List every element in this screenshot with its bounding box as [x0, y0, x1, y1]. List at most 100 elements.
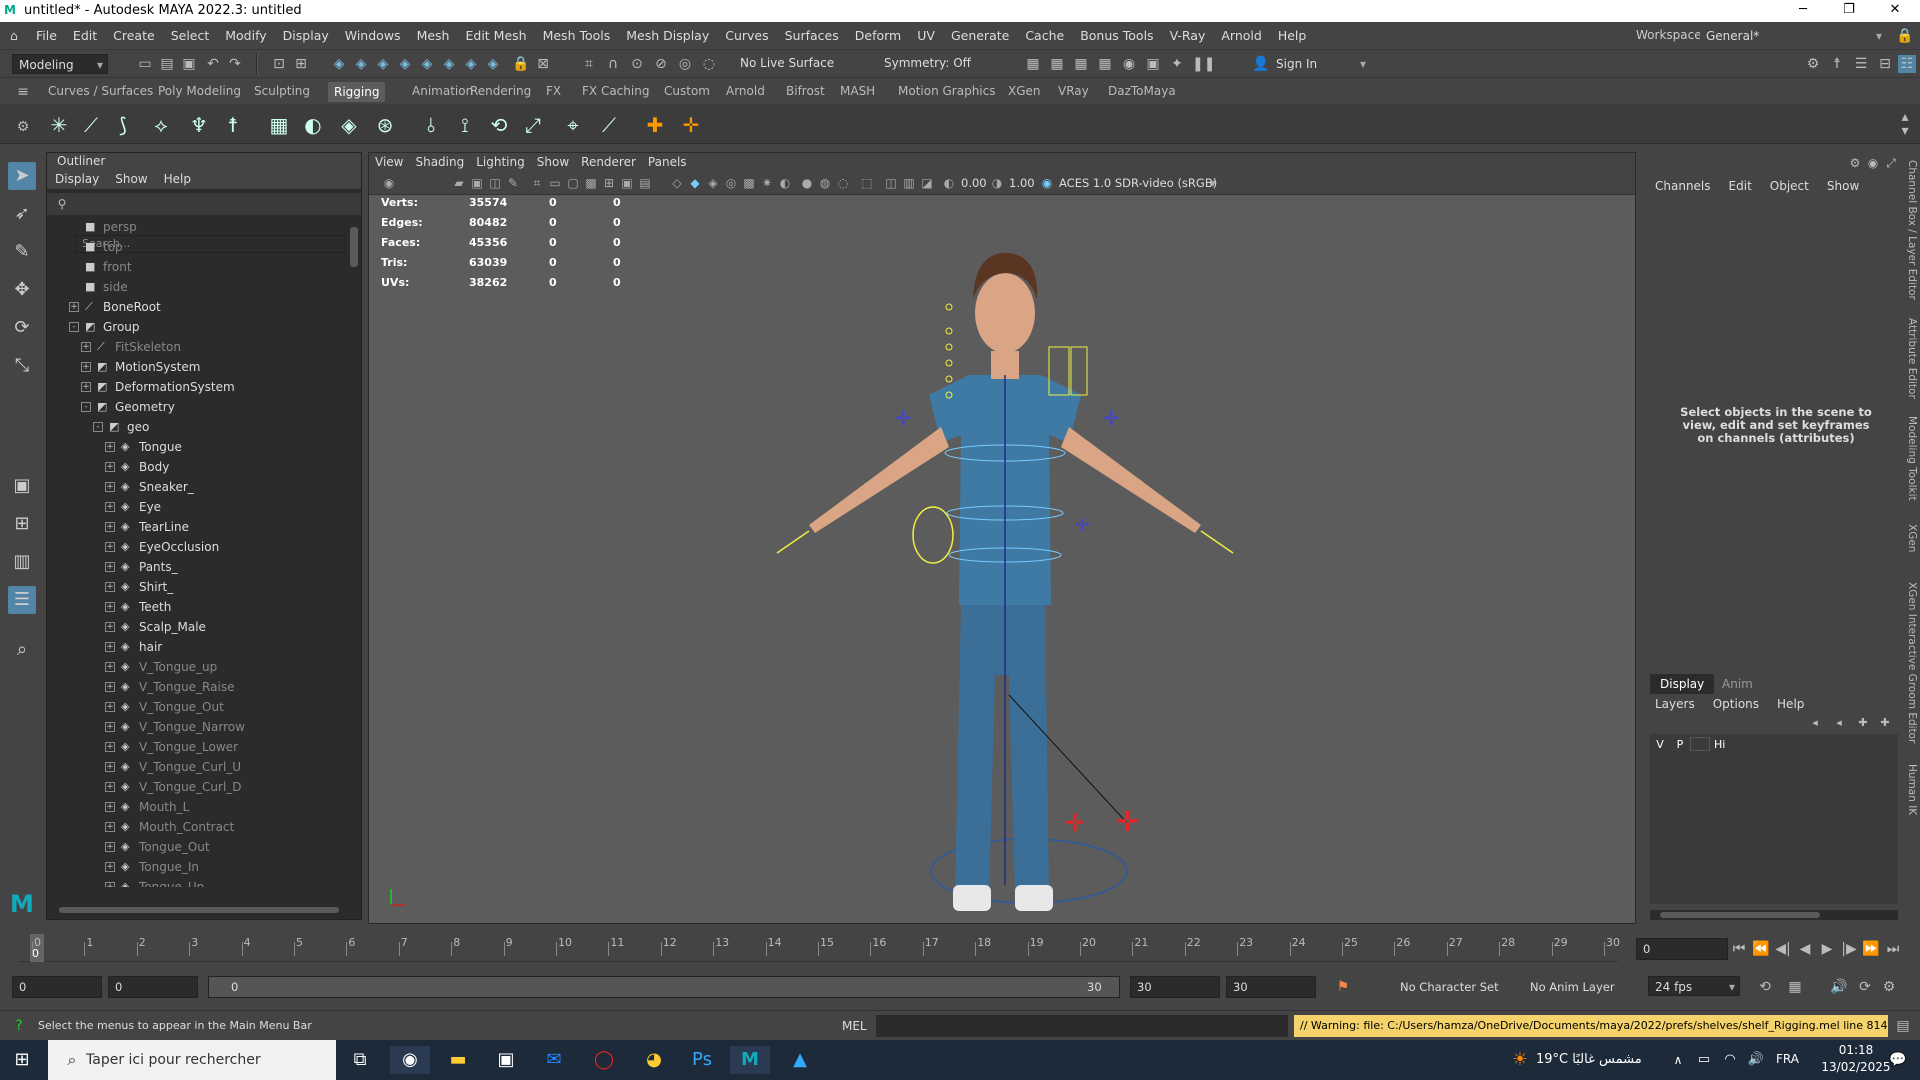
layer-editor-menu-options[interactable]: Options [1704, 694, 1768, 714]
humanik-icon[interactable]: ☨ [220, 112, 246, 138]
volume-icon[interactable]: 🔊 [1736, 1046, 1776, 1074]
live-surface-field[interactable]: No Live Surface [740, 56, 834, 70]
expand-icon[interactable]: + [105, 802, 115, 812]
expand-icon[interactable]: + [105, 562, 115, 572]
menu-curves[interactable]: Curves [717, 22, 776, 50]
chrome-icon[interactable]: ◕ [634, 1046, 674, 1074]
paint-select-icon[interactable]: ✎ [8, 238, 36, 266]
outliner-item[interactable]: + ◩ DeformationSystem [47, 377, 347, 397]
outliner-item[interactable]: - ◩ geo [47, 417, 347, 437]
maximize-button[interactable]: ❐ [1826, 0, 1872, 22]
viewport-menu-show[interactable]: Show [531, 153, 575, 171]
outliner-item[interactable]: + ◈ Sneaker_ [47, 477, 347, 497]
playback-start-field[interactable]: 0 [108, 976, 198, 998]
shelf-tab-curves-surfaces[interactable]: Curves / Surfaces [48, 84, 153, 98]
outliner-item[interactable]: + ◈ Teeth [47, 597, 347, 617]
channel-box-help-icon[interactable]: ◉ [1864, 154, 1882, 172]
expand-icon[interactable]: + [105, 882, 115, 887]
weather-text[interactable]: 19°C مشمس غالبًا [1536, 1052, 1642, 1067]
outliner-item[interactable]: + ◈ V_Tongue_Curl_D [47, 777, 347, 797]
expand-icon[interactable]: + [105, 622, 115, 632]
shelf-scroll-down-icon[interactable]: ▾ [1896, 122, 1914, 140]
shelf-tab-mash[interactable]: MASH [840, 84, 875, 98]
outliner-horizontal-scrollbar[interactable] [51, 905, 347, 915]
save-scene-icon[interactable]: ▣ [180, 55, 198, 73]
menu-help[interactable]: Help [1270, 22, 1315, 50]
select-by-icon-7[interactable]: ◈ [462, 55, 480, 73]
expand-icon[interactable]: + [105, 682, 115, 692]
expand-icon[interactable]: + [81, 382, 91, 392]
undo-icon[interactable]: ↶ [204, 55, 222, 73]
expand-icon[interactable]: + [105, 842, 115, 852]
outliner-menu-show[interactable]: Show [107, 169, 155, 189]
loop-icon[interactable]: ⟲ [1756, 978, 1774, 996]
app-icon[interactable]: ▲ [780, 1046, 820, 1074]
shelf-tab-bifrost[interactable]: Bifrost [786, 84, 825, 98]
go-to-start-icon[interactable]: ⏮ [1730, 940, 1748, 958]
cluster-icon[interactable]: ⊛ [372, 112, 398, 138]
outliner-item[interactable]: + ◈ V_Tongue_Narrow [47, 717, 347, 737]
bind-skin-icon[interactable]: ⟡ [148, 112, 174, 138]
outlook-icon[interactable]: ✉ [534, 1046, 574, 1074]
menu-edit[interactable]: Edit [65, 22, 105, 50]
maya-taskbar-icon[interactable]: M [730, 1046, 770, 1074]
shelf-tab-poly-modeling[interactable]: Poly Modeling [158, 84, 241, 98]
fps-dropdown[interactable]: 24 fps [1648, 976, 1740, 997]
quick-rig-icon[interactable]: ♆ [186, 112, 212, 138]
scene-view[interactable]: ✛ ✛ ✛ ✛ ✛ [369, 195, 1635, 925]
colorspace-chevron-icon[interactable]: ▾ [1205, 175, 1221, 191]
move-tool-icon[interactable]: ✥ [8, 276, 36, 304]
grid-icon[interactable]: ⌗ [529, 175, 545, 191]
outliner-item[interactable]: ■ side [47, 277, 347, 297]
outliner-item[interactable]: + ◈ V_Tongue_up [47, 657, 347, 677]
viewport-panel[interactable]: View Shading Lighting Show Renderer Panels ◉ … [368, 152, 1636, 924]
character-set-dropdown[interactable]: No Character Set [1400, 980, 1499, 994]
blend-shape-icon[interactable]: ▦ [266, 112, 292, 138]
auto-key-icon[interactable]: ⚑ [1334, 978, 1352, 996]
search-icon[interactable]: ⌕ [8, 636, 36, 664]
tab-anim[interactable]: Anim [1712, 674, 1763, 694]
store-icon[interactable]: ▣ [486, 1046, 526, 1074]
expand-icon[interactable]: + [81, 362, 91, 372]
lock-selection-icon[interactable]: 🔒 [512, 55, 530, 73]
shelf-tab-daztomaya[interactable]: DazToMaya [1108, 84, 1176, 98]
select-mode-icon[interactable]: ⊞ [292, 55, 310, 73]
highlight-selection-icon[interactable]: ⊠ [534, 55, 552, 73]
colorspace-dropdown[interactable]: ACES 1.0 SDR-video (sRGB) [1059, 174, 1259, 192]
expand-icon[interactable]: + [105, 602, 115, 612]
shadows-icon[interactable]: ◐ [777, 175, 793, 191]
expand-icon[interactable]: + [105, 662, 115, 672]
outliner-item[interactable]: + ◈ hair [47, 637, 347, 657]
render-view-icon[interactable]: ▦ [1072, 55, 1090, 73]
expand-icon[interactable]: + [105, 702, 115, 712]
outliner-item[interactable]: + ◈ Tongue_Up [47, 877, 347, 887]
smooth-shade-icon[interactable]: ◆ [687, 175, 703, 191]
lattice-icon[interactable]: ◐ [300, 112, 326, 138]
side-tab-xgen-interactive-groom-editor[interactable]: XGen Interactive Groom Editor [1906, 582, 1918, 743]
outliner-item[interactable]: + ◈ Pants_ [47, 557, 347, 577]
render-sequence-icon[interactable]: ▦ [1048, 55, 1066, 73]
outliner-item[interactable]: + ◈ Tongue [47, 437, 347, 457]
expand-icon[interactable]: + [105, 822, 115, 832]
xray-icon[interactable]: ◫ [883, 175, 899, 191]
expand-icon[interactable]: + [105, 762, 115, 772]
layer-hscrollbar[interactable] [1650, 910, 1898, 920]
gamma-icon[interactable]: ◑ [989, 175, 1005, 191]
render-setup-icon[interactable]: ✦ [1168, 55, 1186, 73]
menu-uv[interactable]: UV [909, 22, 943, 50]
image-plane-icon[interactable]: ▣ [469, 175, 485, 191]
create-joints-icon[interactable]: ✳ [46, 112, 72, 138]
step-back-key-icon[interactable]: ⏪ [1752, 940, 1770, 958]
locator-2-icon[interactable]: ✛ [678, 112, 704, 138]
edge-browser-icon[interactable]: ◉ [390, 1046, 430, 1074]
render-settings-icon[interactable]: ◉ [1120, 55, 1138, 73]
side-tab-human-ik[interactable]: Human IK [1906, 764, 1918, 815]
select-hierarchy-icon[interactable]: ⊡ [270, 55, 288, 73]
persp-outliner-icon[interactable]: ▥ [8, 548, 36, 576]
expand-icon[interactable]: + [105, 582, 115, 592]
home-icon[interactable]: ⌂ [0, 22, 28, 50]
time-slider[interactable]: 0 0 1 2 3 4 5 6 7 8 9 10 11 12 13 14 15 16 17 18 19 20 21 22 23… [0, 930, 1920, 970]
orient-constraint-icon[interactable]: ⟲ [486, 112, 512, 138]
filter-icon[interactable]: ⚲ [53, 195, 71, 213]
snap-surface-icon[interactable]: ◎ [676, 55, 694, 73]
